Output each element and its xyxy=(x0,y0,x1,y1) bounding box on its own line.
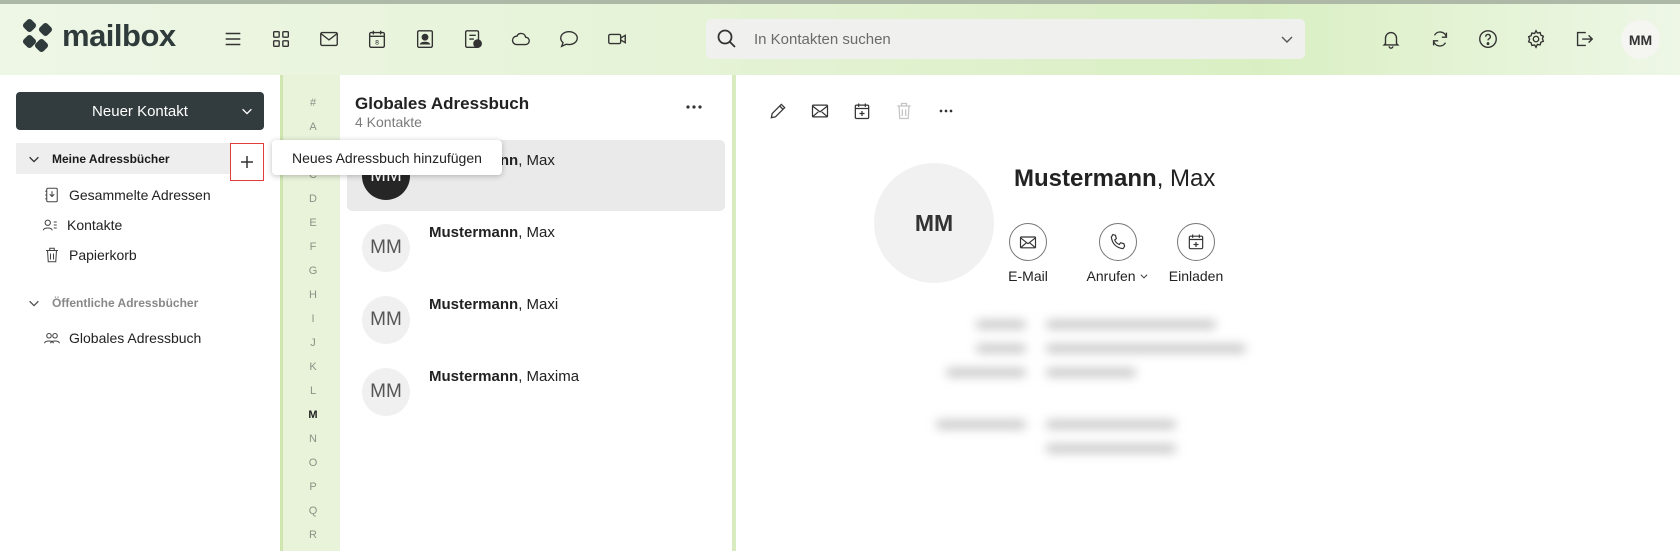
avatar: MM xyxy=(362,296,410,344)
blurred-contact-details xyxy=(886,310,1246,470)
alphabet-letter[interactable]: Q xyxy=(283,505,343,517)
avatar: MM xyxy=(362,224,410,272)
chat-icon[interactable] xyxy=(554,24,584,54)
email-action-button[interactable]: E-Mail xyxy=(1006,223,1050,284)
sidebar-item-collected-addresses[interactable]: Gesammelte Adressen xyxy=(43,184,211,206)
action-label: E-Mail xyxy=(1008,268,1048,284)
call-action-button[interactable]: Anrufen xyxy=(1078,223,1158,284)
mailbox-logo-icon xyxy=(22,18,53,53)
logout-icon[interactable] xyxy=(1569,24,1599,54)
people-icon xyxy=(43,332,61,344)
calendar-add-icon[interactable] xyxy=(848,97,876,125)
apps-grid-icon[interactable] xyxy=(266,24,296,54)
action-label: Einladen xyxy=(1168,268,1224,284)
contact-name: Mustermann, Maxi xyxy=(429,296,559,313)
sidebar-item-contacts[interactable]: Kontakte xyxy=(41,214,122,236)
menu-icon[interactable] xyxy=(218,24,248,54)
alphabet-letter[interactable]: R xyxy=(283,529,343,541)
sync-icon[interactable] xyxy=(1425,24,1455,54)
list-item[interactable]: MM Mustermann, Maxima xyxy=(347,356,725,427)
app-logo[interactable]: mailbox xyxy=(20,18,176,54)
group-label: Öffentliche Adressbücher xyxy=(52,295,199,310)
contact-count: 4 Kontakte xyxy=(355,114,422,130)
sidebar-item-label: Papierkorb xyxy=(69,247,137,263)
alphabet-letter[interactable]: D xyxy=(283,193,343,205)
tooltip: Neues Adressbuch hinzufügen xyxy=(272,140,502,175)
alphabet-letter[interactable]: P xyxy=(283,481,343,493)
group-my-addressbooks[interactable]: Meine Adressbücher xyxy=(16,143,264,174)
tasks-icon[interactable] xyxy=(458,24,488,54)
top-header: mailbox 8 MM xyxy=(0,4,1680,75)
contacts-list-icon xyxy=(42,219,57,231)
plus-icon xyxy=(241,156,253,168)
chevron-down-icon xyxy=(1141,274,1148,279)
new-contact-label: Neuer Kontakt xyxy=(92,102,188,120)
svg-text:8: 8 xyxy=(375,39,379,47)
chevron-down-icon xyxy=(29,156,39,163)
chevron-down-icon xyxy=(29,300,39,307)
new-contact-dropdown[interactable] xyxy=(230,92,264,130)
avatar: MM xyxy=(362,368,410,416)
alphabet-letter[interactable]: F xyxy=(283,241,343,253)
action-label: Anrufen xyxy=(1086,268,1136,284)
bell-icon[interactable] xyxy=(1376,24,1406,54)
search-input[interactable] xyxy=(754,19,1254,59)
avatar: MM xyxy=(874,163,994,283)
list-item[interactable]: MM Mustermann, Maxi xyxy=(347,284,725,355)
alphabet-letter[interactable]: I xyxy=(283,313,343,325)
video-icon[interactable] xyxy=(602,24,632,54)
contact-name: Mustermann, Max xyxy=(429,224,555,241)
contact-name: Mustermann, Max xyxy=(1014,165,1216,192)
trash-icon xyxy=(46,247,58,263)
mail-icon xyxy=(1019,236,1037,249)
alphabet-letter[interactable]: N xyxy=(283,433,343,445)
alphabet-letter[interactable]: L xyxy=(283,385,343,397)
sidebar-item-label: Kontakte xyxy=(67,217,123,233)
add-addressbook-button[interactable] xyxy=(230,143,264,181)
app-name: mailbox xyxy=(62,18,176,53)
search-icon xyxy=(717,29,736,48)
edit-icon[interactable] xyxy=(764,97,792,125)
alphabet-letter[interactable]: O xyxy=(283,457,343,469)
contacts-icon[interactable] xyxy=(410,24,440,54)
calendar-add-icon xyxy=(1188,234,1204,250)
group-public-addressbooks[interactable]: Öffentliche Adressbücher xyxy=(16,287,264,318)
user-avatar[interactable]: MM xyxy=(1621,20,1660,59)
chevron-down-icon xyxy=(242,108,252,115)
contact-search[interactable] xyxy=(706,19,1305,59)
alphabet-letter[interactable]: A xyxy=(283,121,343,133)
gear-icon[interactable] xyxy=(1521,24,1551,54)
invite-action-button[interactable]: Einladen xyxy=(1166,223,1226,284)
mail-icon[interactable] xyxy=(314,24,344,54)
new-contact-button[interactable]: Neuer Kontakt xyxy=(16,92,264,130)
sidebar-item-label: Gesammelte Adressen xyxy=(69,187,211,203)
alphabet-letter[interactable]: J xyxy=(283,337,343,349)
mail-icon[interactable] xyxy=(806,97,834,125)
sidebar-item-trash[interactable]: Papierkorb xyxy=(43,244,137,266)
alphabet-letter-active[interactable]: M xyxy=(283,409,343,421)
sidebar-item-global-addressbook[interactable]: Globales Adressbuch xyxy=(43,327,201,349)
chevron-down-icon[interactable] xyxy=(1279,31,1295,47)
more-icon[interactable] xyxy=(680,97,708,117)
calendar-icon[interactable]: 8 xyxy=(362,24,392,54)
contact-name: Mustermann, Maxima xyxy=(429,368,580,385)
alphabet-letter[interactable]: G xyxy=(283,265,343,277)
contact-detail: MM Mustermann, Max E-Mail Anrufen Einlad… xyxy=(736,75,1680,551)
collected-addresses-icon xyxy=(45,187,58,203)
list-title: Globales Adressbuch xyxy=(355,94,530,113)
alphabet-letter[interactable]: H xyxy=(283,289,343,301)
more-icon[interactable] xyxy=(932,97,960,125)
sidebar-item-label: Globales Adressbuch xyxy=(69,330,202,346)
alphabet-letter[interactable]: K xyxy=(283,361,343,373)
cloud-icon[interactable] xyxy=(506,24,536,54)
alphabet-letter[interactable]: # xyxy=(283,97,343,109)
group-label: Meine Adressbücher xyxy=(52,151,170,166)
list-item[interactable]: MM Mustermann, Max xyxy=(347,212,725,283)
phone-icon xyxy=(1110,233,1126,250)
help-icon[interactable] xyxy=(1473,24,1503,54)
alphabet-letter[interactable]: E xyxy=(283,217,343,229)
trash-icon[interactable] xyxy=(890,97,918,125)
